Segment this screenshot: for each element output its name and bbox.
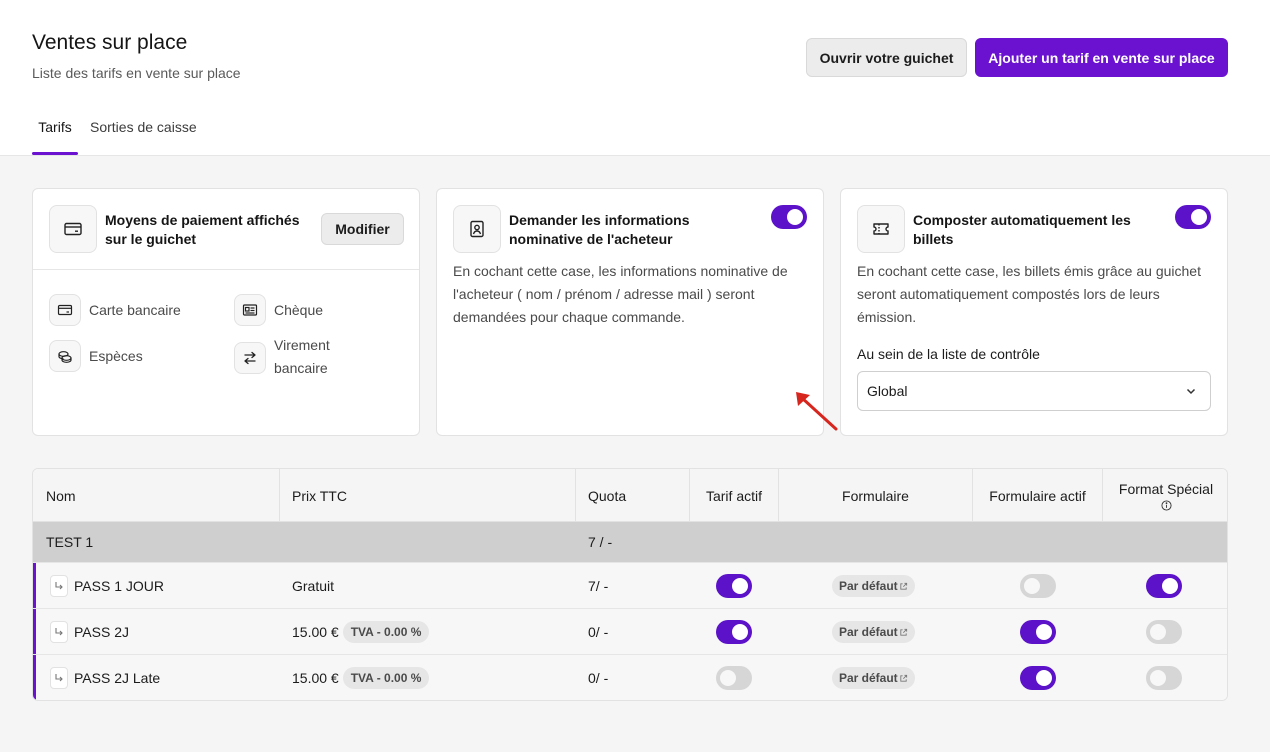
row-quota: 0/ - xyxy=(588,670,609,686)
external-link-icon xyxy=(900,674,907,682)
open-guichet-button[interactable]: Ouvrir votre guichet xyxy=(806,38,967,77)
row-quota: 7/ - xyxy=(588,578,609,594)
tab-tarifs[interactable]: Tarifs xyxy=(32,119,78,155)
info-icon[interactable] xyxy=(1160,499,1172,511)
formulaire-actif-toggle[interactable] xyxy=(1020,666,1056,690)
row-indicator xyxy=(33,563,36,608)
buyer-info-title: Demander les informations nominative de … xyxy=(509,212,690,247)
credit-card-icon xyxy=(49,205,97,253)
cheque-icon xyxy=(234,294,266,326)
modify-payment-button[interactable]: Modifier xyxy=(321,213,404,245)
page-header: Ventes sur place Liste des tarifs en ven… xyxy=(0,0,1270,156)
payment-method-cash: Espèces xyxy=(49,340,143,372)
payment-method-label: Chèque xyxy=(274,301,324,318)
row-name-cell: PASS 2J Late xyxy=(50,655,161,700)
buyer-info-description: En cochant cette case, les informations … xyxy=(453,263,788,325)
auto-compost-title: Composter automatiquement les billets xyxy=(913,212,1131,247)
row-name-cell: PASS 1 JOUR xyxy=(50,563,164,609)
group-name: TEST 1 xyxy=(46,534,94,550)
tarif-actif-toggle[interactable] xyxy=(716,620,752,644)
sub-item-arrow-icon xyxy=(50,575,68,597)
add-tarif-button[interactable]: Ajouter un tarif en vente sur place xyxy=(975,38,1228,77)
format-special-label: Format Spécial xyxy=(1118,480,1214,497)
formulaire-actif-toggle[interactable] xyxy=(1020,620,1056,644)
formulaire-link[interactable]: Par défaut xyxy=(832,667,915,689)
row-price: 15.00 € xyxy=(292,624,339,640)
formulaire-actif-toggle[interactable] xyxy=(1020,574,1056,598)
row-indicator xyxy=(33,655,36,700)
row-name-cell: PASS 2J xyxy=(50,609,129,655)
annotation-arrow-icon xyxy=(796,392,838,431)
control-list-label: Au sein de la liste de contrôle xyxy=(857,346,1040,362)
column-header-nom: Nom xyxy=(33,469,280,522)
card-divider xyxy=(33,269,419,270)
tva-badge: TVA - 0.00 % xyxy=(342,621,430,643)
coins-icon xyxy=(49,340,81,372)
row-indicator xyxy=(33,609,36,654)
auto-compost-description: En cochant cette case, les billets émis … xyxy=(857,263,1201,325)
control-list-select[interactable]: Global xyxy=(857,371,1211,411)
page-subtitle: Liste des tarifs en vente sur place xyxy=(32,65,241,81)
buyer-info-card: Demander les informations nominative de … xyxy=(436,188,824,436)
tarif-actif-toggle[interactable] xyxy=(716,574,752,598)
control-list-value: Global xyxy=(867,383,908,399)
tarifs-table: Nom Prix TTC Quota Tarif actif Formulair… xyxy=(32,468,1228,701)
table-row[interactable]: PASS 1 JOUR Gratuit 7/ - Par défaut xyxy=(33,562,1227,609)
column-header-quota: Quota xyxy=(576,469,690,522)
auto-compost-toggle[interactable] xyxy=(1175,205,1211,229)
column-header-formulaire-actif: Formulaire actif xyxy=(973,469,1103,522)
column-header-prix: Prix TTC xyxy=(280,469,576,522)
column-header-tarif-actif: Tarif actif xyxy=(690,469,779,522)
buyer-info-toggle[interactable] xyxy=(771,205,807,229)
row-price-cell: 15.00 € TVA - 0.00 % xyxy=(292,655,430,700)
transfer-icon xyxy=(234,342,266,374)
payment-method-cheque: Chèque xyxy=(234,294,323,326)
formulaire-label: Par défaut xyxy=(839,671,898,685)
sub-item-arrow-icon xyxy=(50,667,68,689)
format-special-toggle[interactable] xyxy=(1146,574,1182,598)
format-special-toggle[interactable] xyxy=(1146,666,1182,690)
formulaire-label: Par défaut xyxy=(839,579,898,593)
table-group-row: TEST 1 7 / - xyxy=(33,522,1227,562)
format-special-toggle[interactable] xyxy=(1146,620,1182,644)
payment-method-card: Carte bancaire xyxy=(49,294,181,326)
payment-method-label: Carte bancaire xyxy=(89,301,181,318)
column-header-formulaire: Formulaire xyxy=(779,469,973,522)
formulaire-link[interactable]: Par défaut xyxy=(832,575,915,597)
row-name: PASS 1 JOUR xyxy=(74,578,164,594)
column-header-format-special: Format Spécial xyxy=(1103,469,1227,522)
payment-method-transfer: Virement bancaire xyxy=(234,334,354,380)
chevron-down-icon xyxy=(1186,388,1196,395)
row-price-cell: 15.00 € TVA - 0.00 % xyxy=(292,609,430,655)
row-name: PASS 2J Late xyxy=(74,670,161,686)
sub-item-arrow-icon xyxy=(50,621,68,643)
main-content: Moyens de paiement affichés sur le guich… xyxy=(0,156,1270,752)
table-row[interactable]: PASS 2J Late 15.00 € TVA - 0.00 % 0/ - P… xyxy=(33,654,1227,700)
auto-compost-card: Composter automatiquement les billets En… xyxy=(840,188,1228,436)
ticket-icon xyxy=(857,205,905,253)
row-name: PASS 2J xyxy=(74,624,129,640)
row-price: 15.00 € xyxy=(292,670,339,686)
payment-methods-title: Moyens de paiement affichés sur le guich… xyxy=(105,212,300,247)
tarif-actif-toggle[interactable] xyxy=(716,666,752,690)
payment-method-label: Virement bancaire xyxy=(274,337,330,376)
page-title: Ventes sur place xyxy=(32,31,188,54)
external-link-icon xyxy=(900,628,907,636)
row-price: Gratuit xyxy=(292,578,335,594)
payment-methods-card: Moyens de paiement affichés sur le guich… xyxy=(32,188,420,436)
id-badge-icon xyxy=(453,205,501,253)
table-row[interactable]: PASS 2J 15.00 € TVA - 0.00 % 0/ - Par dé… xyxy=(33,608,1227,655)
credit-card-icon xyxy=(49,294,81,326)
tva-badge: TVA - 0.00 % xyxy=(342,667,430,689)
row-quota: 0/ - xyxy=(588,624,609,640)
formulaire-link[interactable]: Par défaut xyxy=(832,621,915,643)
formulaire-label: Par défaut xyxy=(839,625,898,639)
tab-sorties-de-caisse[interactable]: Sorties de caisse xyxy=(90,119,197,155)
table-header: Nom Prix TTC Quota Tarif actif Formulair… xyxy=(33,469,1227,522)
external-link-icon xyxy=(900,582,907,590)
group-quota: 7 / - xyxy=(588,534,613,550)
payment-method-label: Espèces xyxy=(89,347,143,364)
